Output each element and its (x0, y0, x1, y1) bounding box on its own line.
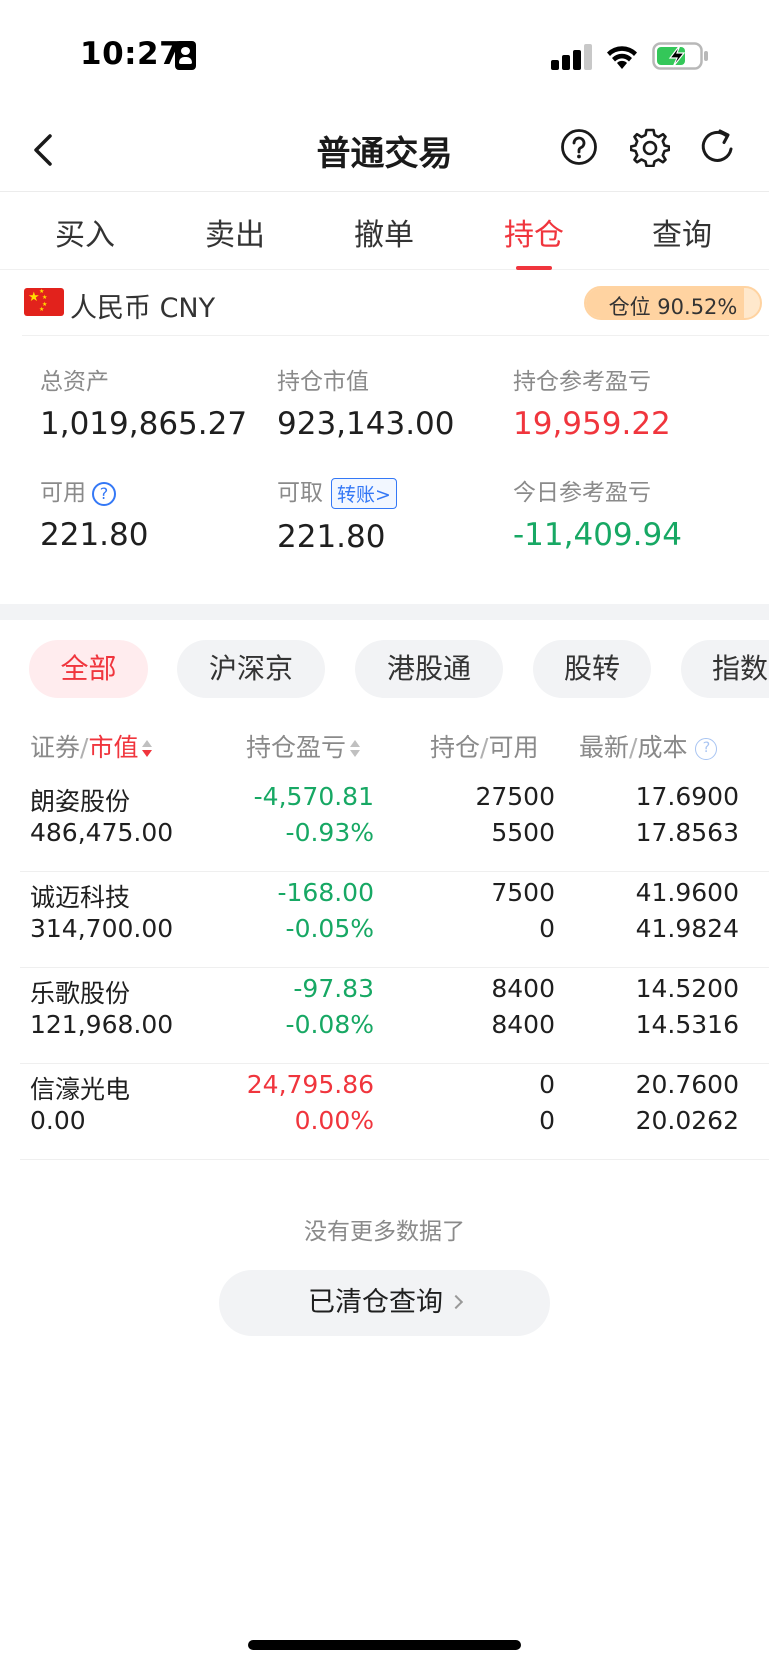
active-tab-indicator (516, 266, 552, 270)
help-icon[interactable]: ? (695, 738, 718, 760)
help-icon[interactable] (560, 128, 598, 166)
th-holding-available: 持仓/可用 (430, 733, 539, 762)
today-pnl-label: 今日参考盈亏 (513, 480, 651, 506)
cellular-signal-icon (551, 44, 595, 70)
withdrawable-label: 可取 (277, 480, 323, 506)
status-bar: 10:27 (0, 0, 769, 110)
today-pnl-value: -11,409.94 (513, 517, 682, 553)
home-indicator[interactable] (248, 1640, 521, 1650)
navbar: 普通交易 (0, 110, 769, 192)
filter-index[interactable]: 指数 (681, 640, 769, 698)
position-pnl: 持仓参考盈亏 19,959.22 (513, 362, 671, 442)
filter-sh-sz-bj[interactable]: 沪深京 (177, 640, 325, 698)
contact-card-icon (175, 41, 196, 70)
filter-neeq[interactable]: 股转 (533, 640, 651, 698)
total-assets-value: 1,019,865.27 (40, 406, 248, 442)
transfer-button[interactable]: 转账> (331, 478, 397, 509)
today-pnl: 今日参考盈亏 -11,409.94 (513, 473, 682, 553)
section-divider (0, 604, 769, 620)
table-row[interactable]: 信濠光电 0.00 24,795.86 0.00% 0 0 20.7600 20… (20, 1064, 769, 1160)
tab-sell[interactable]: 卖出 (185, 210, 285, 254)
th-latest-cost: 最新/成本? (579, 728, 718, 764)
question-icon[interactable]: ? (92, 481, 116, 506)
filter-hk-connect[interactable]: 港股通 (355, 640, 503, 698)
market-filter-chips: 全部 沪深京 港股通 股转 指数 (0, 640, 769, 700)
tab-query[interactable]: 查询 (632, 210, 732, 254)
gear-icon[interactable] (630, 127, 670, 167)
currency-row: ★ ★ ★ ★ ★ 人民币 CNY 仓位 90.52% (22, 272, 769, 336)
position-pnl-value: 19,959.22 (513, 406, 671, 442)
china-flag-icon: ★ ★ ★ ★ ★ (24, 288, 64, 316)
tab-holdings[interactable]: 持仓 (484, 210, 584, 254)
table-row[interactable]: 乐歌股份 121,968.00 -97.83 -0.08% 8400 8400 … (20, 968, 769, 1064)
sort-icon (350, 738, 361, 760)
currency-label: 人民币 CNY (70, 293, 216, 324)
table-row[interactable]: 诚迈科技 314,700.00 -168.00 -0.05% 7500 0 41… (20, 872, 769, 968)
holdings-table-header: 证券/市值 持仓盈亏 持仓/可用 最新/成本? (0, 712, 769, 776)
total-assets-label: 总资产 (40, 369, 109, 395)
total-assets: 总资产 1,019,865.27 (40, 362, 247, 442)
tab-buy[interactable]: 买入 (35, 210, 135, 254)
status-time: 10:27 (80, 36, 182, 72)
tab-cancel-order[interactable]: 撤单 (334, 210, 434, 254)
cleared-positions-query-button[interactable]: 已清仓查询 (219, 1270, 550, 1336)
trade-tabs: 买入 卖出 撤单 持仓 查询 (0, 192, 769, 270)
filter-all[interactable]: 全部 (29, 640, 148, 698)
market-value: 持仓市值 923,143.00 (277, 362, 455, 442)
th-position-pnl[interactable]: 持仓盈亏 (246, 728, 361, 764)
sort-desc-icon (142, 738, 153, 760)
wifi-icon (607, 46, 637, 69)
withdrawable-funds: 可取 转账> 221.80 (277, 473, 397, 555)
market-value-value: 923,143.00 (277, 406, 455, 442)
no-more-data-text: 没有更多数据了 (304, 1219, 465, 1245)
refresh-icon[interactable] (698, 127, 738, 167)
available-funds: 可用? 221.80 (40, 473, 148, 553)
chevron-right-icon (448, 1294, 464, 1309)
battery-charging-icon (652, 42, 708, 70)
table-row[interactable]: 朗姿股份 486,475.00 -4,570.81 -0.93% 27500 5… (20, 776, 769, 872)
available-value: 221.80 (40, 517, 149, 553)
market-value-label: 持仓市值 (277, 369, 369, 395)
asset-summary: 总资产 1,019,865.27 持仓市值 923,143.00 持仓参考盈亏 … (0, 336, 769, 604)
available-label: 可用 (40, 480, 86, 506)
th-security-market-value[interactable]: 证券/市值 (30, 728, 153, 764)
withdrawable-value: 221.80 (277, 519, 386, 555)
position-ratio-text: 仓位 90.52% (608, 295, 738, 319)
position-pnl-label: 持仓参考盈亏 (513, 369, 651, 395)
position-ratio-badge: 仓位 90.52% (584, 286, 762, 320)
